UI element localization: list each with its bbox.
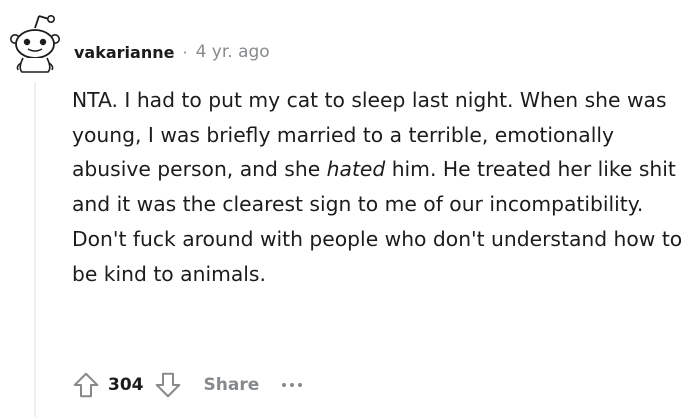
comment-actions: 304 Share [66, 362, 307, 408]
username-link[interactable]: vakarianne [74, 43, 174, 62]
comment-meta: vakarianne · 4 yr. ago [74, 38, 270, 66]
downvote-button[interactable] [148, 365, 188, 405]
comment-paragraph: NTA. I had to put my cat to sleep last n… [72, 83, 684, 291]
reddit-snoo-avatar-icon [10, 15, 60, 73]
share-button[interactable]: Share [196, 369, 268, 401]
thread-line[interactable] [34, 82, 36, 417]
more-options-icon[interactable] [277, 373, 307, 397]
upvote-button[interactable] [66, 365, 106, 405]
avatar[interactable] [6, 8, 64, 76]
comment: vakarianne · 4 yr. ago NTA. I had to put… [0, 0, 700, 417]
more-dot [290, 383, 295, 387]
meta-separator: · [182, 42, 188, 62]
comment-text-emphasis: hated [326, 157, 386, 182]
timestamp[interactable]: 4 yr. ago [196, 42, 270, 62]
vote-score: 304 [108, 375, 144, 395]
upvote-arrow-icon [73, 372, 99, 398]
comment-body: NTA. I had to put my cat to sleep last n… [72, 83, 684, 291]
downvote-arrow-icon [155, 372, 180, 398]
more-dot [298, 383, 303, 387]
more-dot [282, 383, 287, 387]
